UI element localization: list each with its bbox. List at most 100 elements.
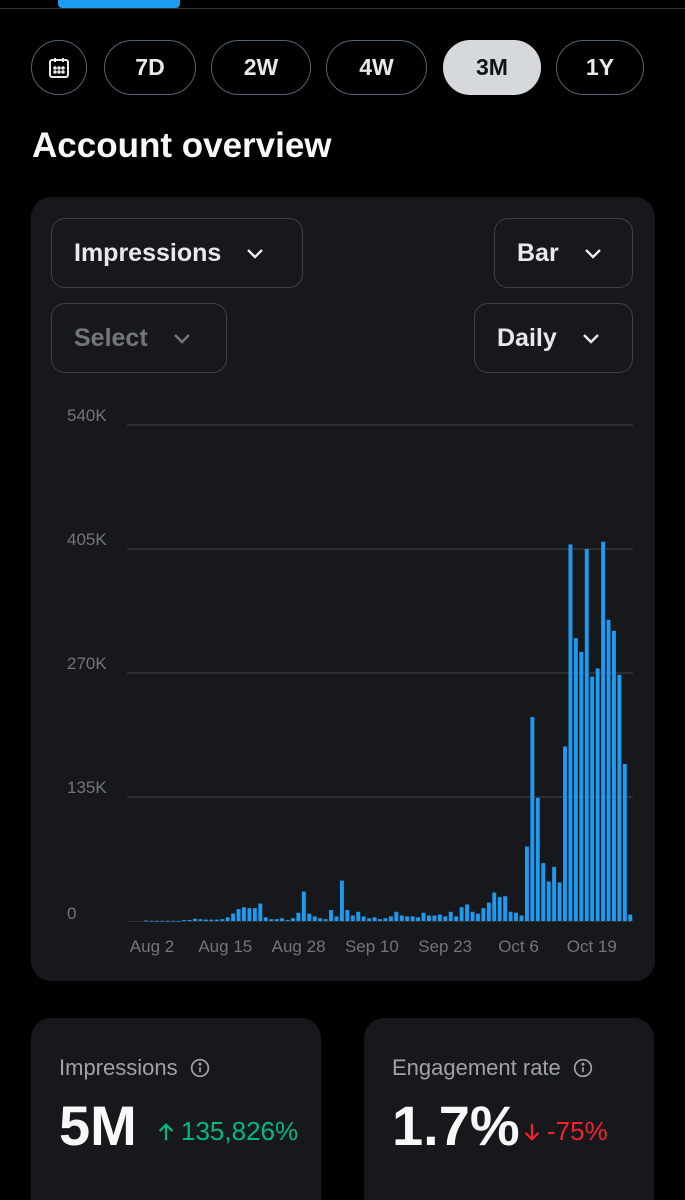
bar[interactable] [220,919,225,921]
bar[interactable] [448,911,453,921]
bar[interactable] [530,717,535,921]
bar[interactable] [454,916,459,921]
bar[interactable] [508,911,513,921]
bar[interactable] [437,914,442,921]
bar[interactable] [590,676,595,921]
bar[interactable] [622,763,627,921]
bar[interactable] [535,797,540,921]
bar[interactable] [280,918,285,921]
bar[interactable] [236,909,241,921]
bar[interactable] [361,916,366,921]
bar[interactable] [563,746,567,921]
bar[interactable] [165,920,170,922]
bar[interactable] [595,668,600,921]
bar[interactable] [149,920,154,922]
bar[interactable] [584,549,589,921]
bar[interactable] [492,892,497,921]
bar[interactable] [601,541,606,921]
info-icon[interactable] [190,1058,210,1078]
bar[interactable] [421,912,426,921]
bar[interactable] [214,919,219,921]
bar[interactable] [318,918,323,921]
bar[interactable] [394,911,399,921]
bar[interactable] [486,902,491,921]
bar[interactable] [519,915,524,921]
bar[interactable] [339,880,344,921]
calendar-button[interactable] [31,40,87,95]
bar[interactable] [269,919,274,921]
bar[interactable] [247,908,252,921]
bar[interactable] [546,881,551,922]
bar[interactable] [171,920,176,922]
bar[interactable] [274,919,279,921]
bar[interactable] [541,863,546,921]
bar[interactable] [154,920,159,922]
engagement-rate-stat-card[interactable]: Engagement rate 1.7% -75% [364,1018,654,1200]
bar[interactable] [182,920,187,921]
bar[interactable] [459,907,464,921]
range-3m-button[interactable]: 3M [443,40,541,95]
bar[interactable] [410,916,415,921]
bar[interactable] [612,630,616,921]
info-icon[interactable] [573,1058,593,1078]
bar[interactable] [443,916,448,921]
bar[interactable] [416,917,421,921]
bar[interactable] [573,638,578,921]
bar[interactable] [225,917,230,921]
bar[interactable] [481,908,486,921]
bar[interactable] [258,903,263,921]
bar[interactable] [367,918,372,921]
bar[interactable] [356,911,361,921]
bar[interactable] [334,916,339,921]
bar[interactable] [285,920,290,921]
bar[interactable] [552,866,557,921]
bar[interactable] [617,674,622,921]
bar[interactable] [388,916,393,921]
bar[interactable] [465,904,470,921]
bar[interactable] [427,915,431,921]
bar[interactable] [187,919,192,921]
bar[interactable] [399,915,404,921]
bar[interactable] [470,911,475,921]
bar[interactable] [252,908,257,921]
bar[interactable] [475,913,480,921]
bar[interactable] [628,914,633,921]
range-7d-button[interactable]: 7D [104,40,196,95]
bar[interactable] [296,912,301,921]
bar[interactable] [568,544,573,921]
bar[interactable] [606,619,611,921]
bar[interactable] [497,897,502,921]
bar[interactable] [579,651,584,921]
bar[interactable] [383,918,388,921]
bar[interactable] [329,909,333,921]
bar[interactable] [307,913,312,921]
bar[interactable] [290,918,295,921]
bar[interactable] [378,919,382,921]
bar[interactable] [524,846,529,921]
bar[interactable] [176,920,181,922]
bar[interactable] [323,919,328,921]
bar[interactable] [160,920,165,922]
bar[interactable] [193,918,197,921]
range-1y-button[interactable]: 1Y [556,40,644,95]
impressions-stat-card[interactable]: Impressions 5M 135,826% [31,1018,321,1200]
bar[interactable] [503,896,508,921]
bar[interactable] [198,919,203,921]
range-2w-button[interactable]: 2W [211,40,311,95]
bar[interactable] [557,882,562,921]
range-4w-button[interactable]: 4W [326,40,427,95]
bar[interactable] [242,907,246,921]
bar[interactable] [231,913,236,921]
bar[interactable] [144,920,148,922]
bar[interactable] [312,916,317,921]
bar[interactable] [209,919,214,921]
bar[interactable] [432,915,437,921]
bar[interactable] [301,891,306,921]
bar[interactable] [405,916,410,921]
bar[interactable] [372,917,377,921]
bar[interactable] [203,919,208,921]
bar[interactable] [350,915,355,921]
bar[interactable] [514,912,518,921]
bar[interactable] [263,917,268,921]
bar[interactable] [345,909,350,921]
